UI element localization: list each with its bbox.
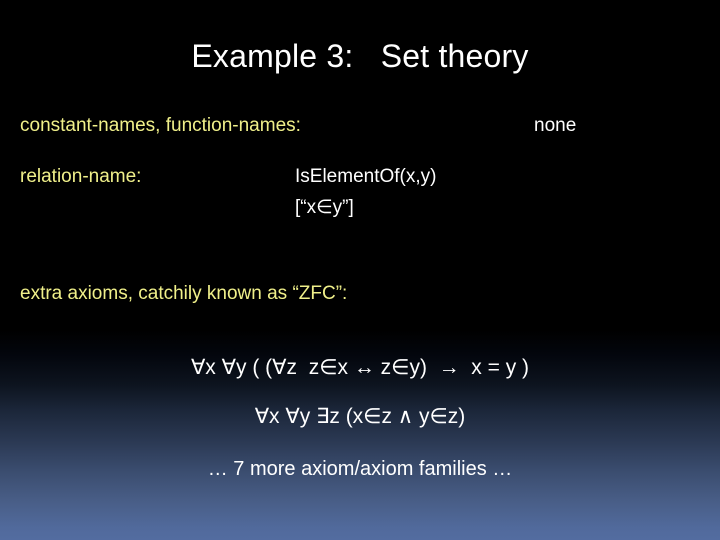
- slide: Example 3: Set theory constant-names, fu…: [0, 0, 720, 540]
- axiom-pairing: ∀x ∀y ∃z (x∈z ∧ y∈z): [254, 405, 466, 428]
- axiom-extensionality: ∀x ∀y ( (∀z z∈x ↔ z∈y) → x = y ): [190, 356, 530, 379]
- relation-name-value-predicate: IsElementOf(x,y): [295, 166, 437, 187]
- relation-name-value-notation: [“x∈y”]: [295, 197, 354, 218]
- constant-function-names-label: constant-names, function-names:: [20, 115, 301, 136]
- relation-name-label: relation-name:: [20, 166, 142, 187]
- slide-content: Example 3: Set theory constant-names, fu…: [0, 0, 720, 540]
- slide-title: Example 3: Set theory: [191, 38, 529, 74]
- axioms-more-note: … 7 more axiom/axiom families …: [207, 458, 513, 480]
- constant-function-names-value: none: [534, 115, 577, 136]
- extra-axioms-heading: extra axioms, catchily known as “ZFC”:: [20, 283, 348, 304]
